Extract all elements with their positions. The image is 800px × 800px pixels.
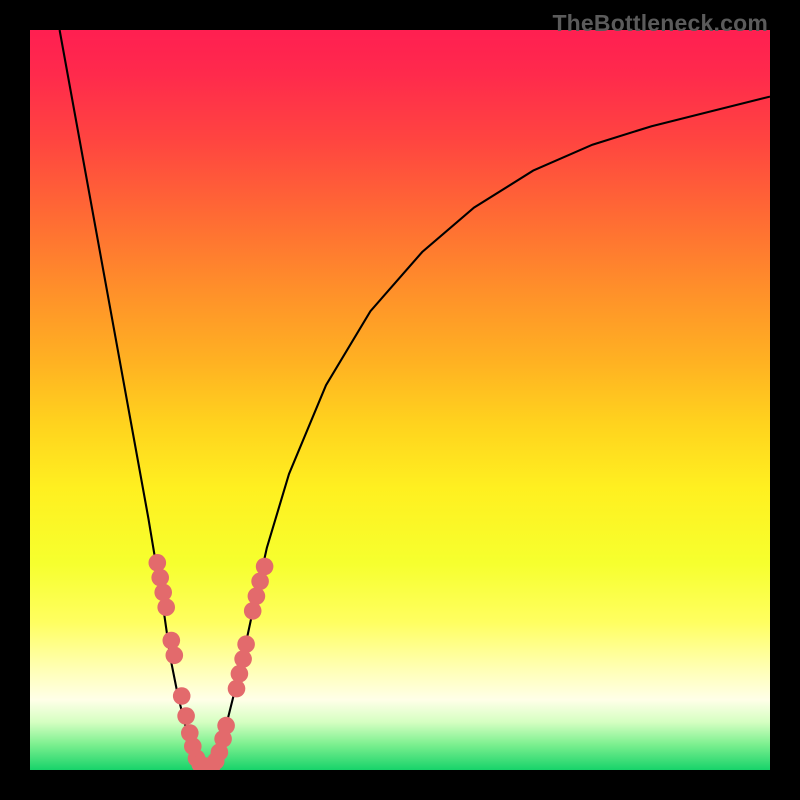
watermark-text: TheBottleneck.com bbox=[552, 10, 768, 37]
marker-dot bbox=[163, 632, 181, 650]
marker-group bbox=[149, 554, 274, 770]
marker-dot bbox=[231, 665, 249, 683]
marker-dot bbox=[217, 717, 235, 735]
marker-dot bbox=[256, 558, 274, 576]
marker-dot bbox=[151, 569, 169, 587]
marker-dot bbox=[149, 554, 167, 572]
curves-svg bbox=[30, 30, 770, 770]
marker-dot bbox=[244, 602, 262, 620]
marker-dot bbox=[228, 680, 246, 698]
marker-dot bbox=[248, 587, 266, 605]
marker-dot bbox=[157, 598, 175, 616]
marker-dot bbox=[177, 707, 195, 725]
plot-area bbox=[30, 30, 770, 770]
marker-dot bbox=[166, 647, 184, 665]
marker-dot bbox=[173, 687, 191, 705]
marker-dot bbox=[234, 650, 252, 668]
frame: TheBottleneck.com bbox=[0, 0, 800, 800]
marker-dot bbox=[154, 584, 172, 602]
right-branch-curve bbox=[215, 97, 770, 767]
marker-dot bbox=[237, 635, 255, 653]
